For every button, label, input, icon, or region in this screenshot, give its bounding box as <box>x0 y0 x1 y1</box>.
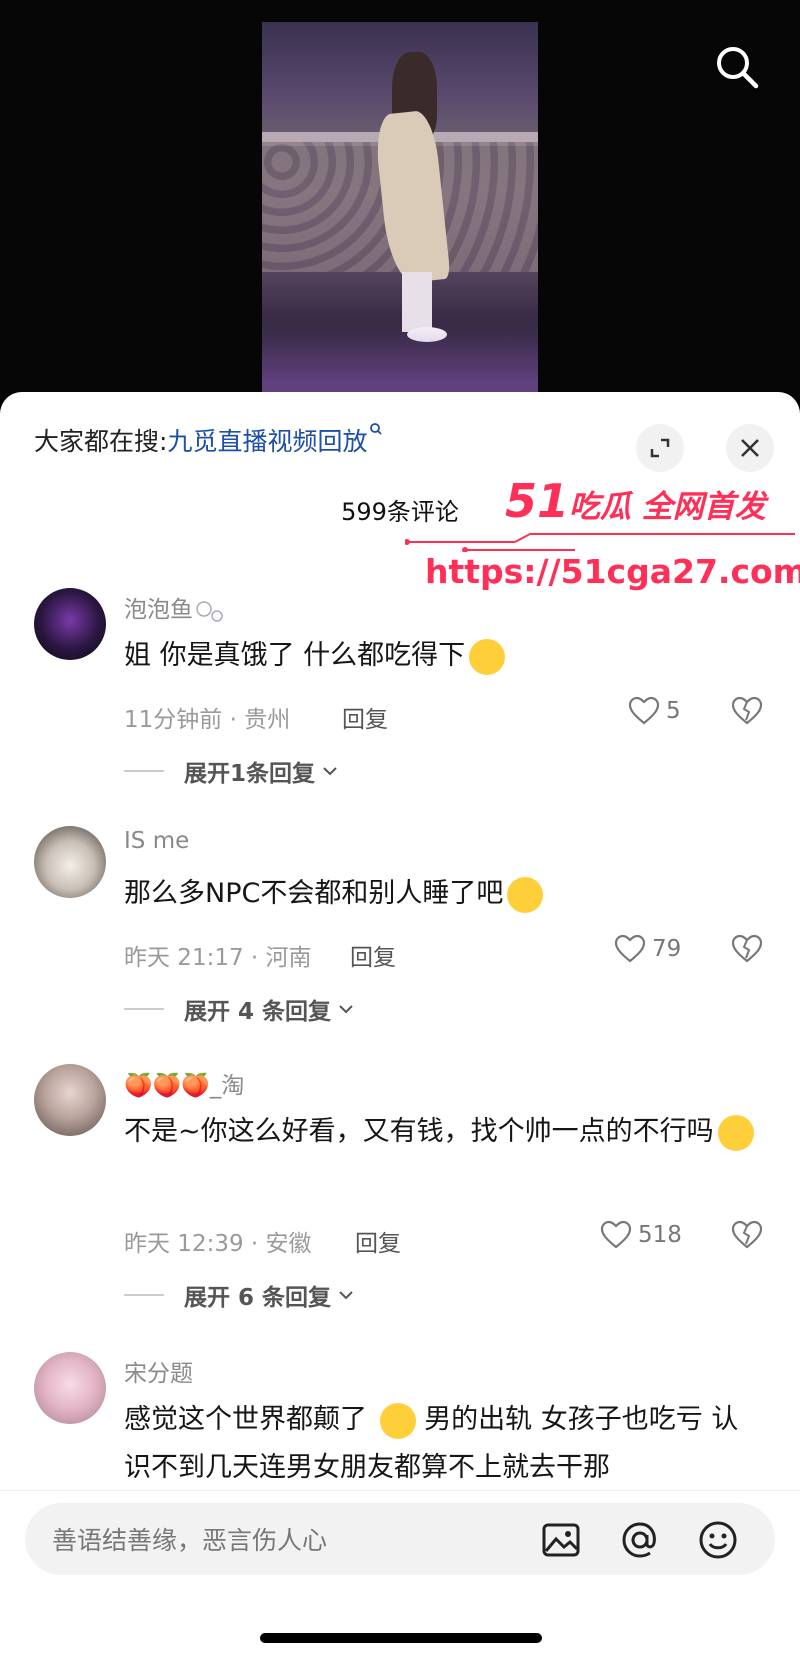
watermark-url: https://51cga27.com <box>425 552 800 591</box>
video-player[interactable] <box>262 22 538 397</box>
comment-input-container <box>25 1503 775 1577</box>
video-floor <box>262 327 538 397</box>
comment-item: 宋分题 感觉这个世界都颠了 男的出轨 女孩子也吃亏 认识不到几天连男女朋友都算不… <box>0 1352 800 1492</box>
video-figure <box>362 52 452 352</box>
comment-input-bar <box>0 1490 800 1658</box>
astonished-emoji-icon <box>507 876 544 913</box>
heart-icon <box>600 1220 632 1249</box>
like-count: 79 <box>652 936 682 962</box>
image-icon <box>542 1523 580 1557</box>
chevron-down-icon <box>339 1291 353 1300</box>
emoji-button[interactable] <box>697 1519 739 1561</box>
reply-button[interactable]: 回复 <box>342 700 388 734</box>
search-button[interactable] <box>712 42 762 92</box>
comment-meta: 昨天 12:39 · 安徽 <box>124 1231 312 1257</box>
grinning-sweat-emoji-icon <box>379 1402 416 1439</box>
heart-icon <box>628 696 660 725</box>
comment-author[interactable]: 宋分题 <box>124 1354 193 1388</box>
expand-icon <box>650 438 670 458</box>
close-icon <box>741 439 759 457</box>
laughing-emoji-icon <box>469 638 506 675</box>
comment-text: 姐 你是真饿了 什么都吃得下 <box>124 632 764 680</box>
chevron-down-icon <box>323 767 337 776</box>
like-count: 5 <box>666 698 681 724</box>
comment-author[interactable]: 🍑🍑🍑_淘 <box>124 1066 244 1100</box>
comment-sheet: 大家都在搜:九觅直播视频回放 599条评论 51吃瓜 全网首发 https://… <box>0 392 800 1657</box>
expand-replies-button[interactable]: 展开1条回复 <box>124 754 339 788</box>
reply-button[interactable]: 回复 <box>355 1224 401 1258</box>
mention-button[interactable] <box>619 1519 661 1561</box>
expand-replies-button[interactable]: 展开 4 条回复 <box>124 992 355 1026</box>
avatar[interactable] <box>34 826 106 898</box>
comment-author[interactable]: 泡泡鱼 <box>124 590 225 624</box>
comment-text: 感觉这个世界都颠了 男的出轨 女孩子也吃亏 认识不到几天连男女朋友都算不上就去干… <box>124 1402 739 1483</box>
comment-meta: 11分钟前 · 贵州 <box>124 707 291 733</box>
avatar[interactable] <box>34 1064 106 1136</box>
like-button[interactable]: 5 <box>628 696 681 726</box>
trending-query-link[interactable]: 九觅直播视频回放 <box>167 427 367 456</box>
expand-replies-button[interactable]: 展开 6 条回复 <box>124 1278 355 1312</box>
trending-search[interactable]: 大家都在搜:九觅直播视频回放 <box>34 422 383 458</box>
comment-meta: 昨天 21:17 · 河南 <box>124 945 312 971</box>
dislike-button[interactable] <box>731 696 763 730</box>
broken-heart-icon <box>731 1220 763 1249</box>
heart-icon <box>614 934 646 963</box>
crying-laughing-emoji-icon <box>717 1114 754 1151</box>
smiley-icon <box>699 1521 737 1559</box>
home-indicator[interactable] <box>260 1633 542 1643</box>
search-icon <box>717 47 759 89</box>
watermark-brand: 51吃瓜 全网首发 <box>505 474 766 528</box>
comment-text: 那么多NPC不会都和别人睡了吧 <box>124 870 764 918</box>
like-count: 518 <box>638 1222 682 1248</box>
bubbles-icon <box>196 600 223 622</box>
dislike-button[interactable] <box>731 934 763 968</box>
image-button[interactable] <box>540 1519 582 1561</box>
at-icon <box>622 1522 656 1558</box>
small-search-icon <box>370 423 383 435</box>
like-button[interactable]: 518 <box>600 1220 682 1250</box>
like-button[interactable]: 79 <box>614 934 681 964</box>
chevron-down-icon <box>339 1005 353 1014</box>
comment-author[interactable]: IS me <box>124 828 189 854</box>
video-area[interactable] <box>0 0 800 400</box>
comment-input[interactable] <box>50 1503 534 1577</box>
close-button[interactable] <box>726 424 774 472</box>
fullscreen-button[interactable] <box>636 424 684 472</box>
dislike-button[interactable] <box>731 1220 763 1254</box>
avatar[interactable] <box>34 1352 106 1424</box>
broken-heart-icon <box>731 934 763 963</box>
comment-text: 不是~你这么好看，又有钱，找个帅一点的不行吗 <box>124 1108 764 1156</box>
watermark-circuit-line <box>405 533 795 552</box>
broken-heart-icon <box>731 696 763 725</box>
avatar[interactable] <box>34 588 106 660</box>
trending-prefix: 大家都在搜: <box>34 427 168 456</box>
reply-button[interactable]: 回复 <box>350 938 396 972</box>
